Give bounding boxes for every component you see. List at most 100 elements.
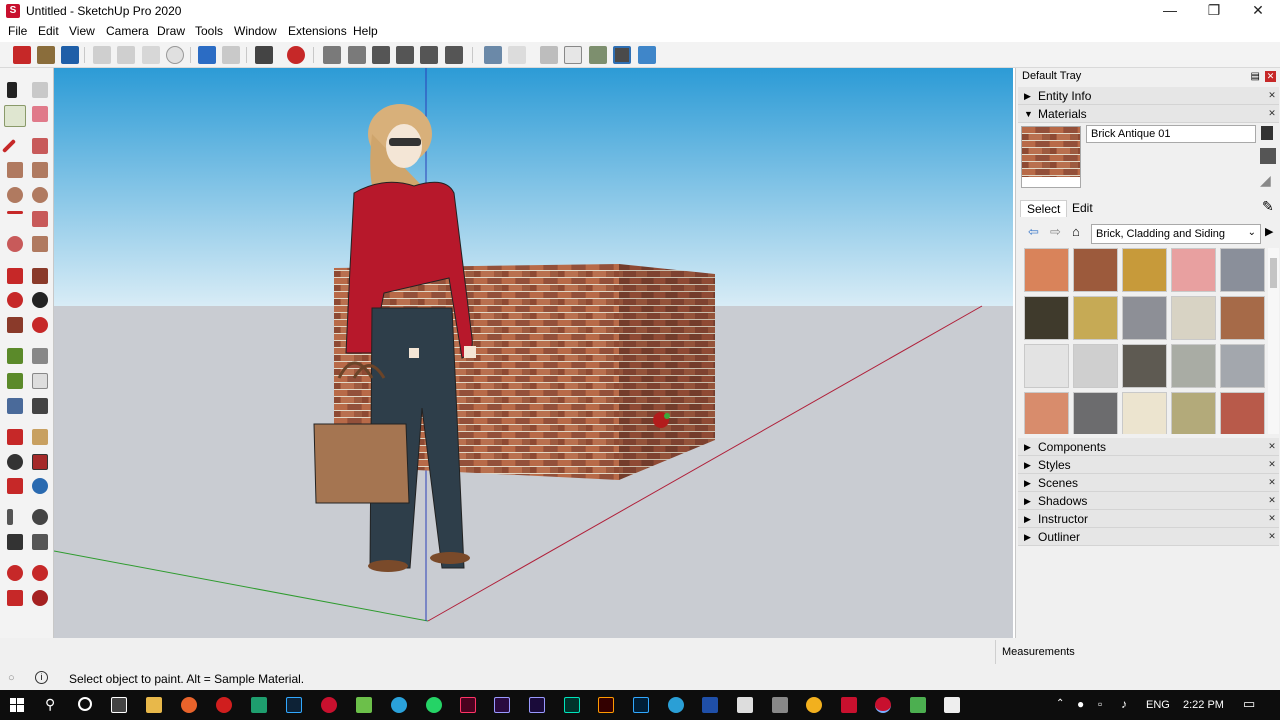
rectangle-icon[interactable] [7, 162, 23, 178]
material-swatch[interactable] [1171, 296, 1216, 340]
material-name-field[interactable]: Brick Antique 01 [1086, 125, 1256, 143]
freehand-icon[interactable] [32, 138, 48, 154]
section-plane-icon[interactable] [32, 534, 48, 550]
sample-paint-icon[interactable]: ✎ [1262, 198, 1274, 215]
pin-icon[interactable]: ▤ [1251, 71, 1260, 82]
front-view-icon[interactable] [372, 46, 390, 64]
minimize-button[interactable]: — [1148, 0, 1192, 22]
create-material-icon[interactable] [1261, 126, 1273, 140]
sketchup-active-icon[interactable] [875, 697, 891, 713]
rotated-rectangle-icon[interactable] [32, 162, 48, 178]
panel-scenes[interactable]: ▶ Scenes ✕ [1018, 474, 1279, 492]
eraser-icon[interactable] [32, 106, 48, 122]
panel-materials[interactable]: ▼ Materials ✕ [1018, 105, 1279, 123]
restore-button[interactable]: ❐ [1192, 0, 1236, 22]
scale-icon[interactable] [7, 317, 23, 333]
after-effects-icon[interactable] [529, 697, 545, 713]
material-swatch[interactable] [1073, 392, 1118, 434]
close-button[interactable]: ✕ [1236, 0, 1280, 22]
print-icon[interactable] [255, 46, 273, 64]
home-icon[interactable]: ⌂ [1072, 224, 1080, 239]
display-secondary-icon[interactable]: ◢ [1260, 172, 1271, 189]
copy-icon[interactable] [117, 46, 135, 64]
move-icon[interactable] [7, 268, 23, 284]
extension-warehouse-icon[interactable] [7, 590, 23, 606]
network-icon[interactable]: ▫ [1098, 697, 1102, 711]
panel-components[interactable]: ▶ Components ✕ [1018, 438, 1279, 456]
look-around-icon[interactable] [32, 509, 48, 525]
make-component-icon[interactable] [32, 82, 48, 98]
three-point-arc-icon[interactable] [7, 236, 23, 252]
back-arrow-icon[interactable]: ⇦ [1028, 224, 1039, 240]
zoom-icon[interactable] [7, 454, 23, 470]
model-viewport[interactable] [54, 68, 1013, 638]
material-swatch[interactable] [1024, 344, 1069, 388]
scene-canvas[interactable] [54, 68, 1013, 638]
polygon-icon[interactable] [32, 187, 48, 203]
offset-icon[interactable] [32, 317, 48, 333]
right-view-icon[interactable] [396, 46, 414, 64]
app-white-icon[interactable] [944, 697, 960, 713]
undo-icon[interactable] [198, 46, 216, 64]
redo-icon[interactable] [222, 46, 240, 64]
clock[interactable]: 2:22 PM [1183, 699, 1224, 711]
walk-icon[interactable] [7, 534, 23, 550]
wireframe-icon[interactable] [540, 46, 558, 64]
zoom-extents-icon[interactable] [7, 478, 23, 494]
material-swatch[interactable] [1122, 392, 1167, 434]
illustrator-icon[interactable] [598, 697, 614, 713]
close-icon[interactable]: ✕ [1267, 495, 1277, 505]
whatsapp-icon[interactable] [426, 697, 442, 713]
app-r-icon[interactable] [702, 697, 718, 713]
close-icon[interactable]: ✕ [1267, 531, 1277, 541]
menu-help[interactable]: Help [351, 24, 380, 38]
material-swatch[interactable] [1073, 296, 1118, 340]
menu-edit[interactable]: Edit [36, 24, 61, 38]
material-swatch[interactable] [1024, 296, 1069, 340]
material-swatch[interactable] [1024, 248, 1069, 292]
telegram-icon[interactable] [391, 697, 407, 713]
zoom-window-icon[interactable] [32, 454, 48, 470]
file-explorer-icon[interactable] [146, 697, 162, 713]
task-view-icon[interactable] [111, 697, 127, 713]
monochrome-icon[interactable] [638, 46, 656, 64]
layout-send-icon[interactable] [32, 590, 48, 606]
windows-start-icon[interactable] [10, 698, 24, 712]
tab-edit[interactable]: Edit [1066, 200, 1099, 216]
back-edges-icon[interactable] [508, 46, 526, 64]
arc-icon[interactable] [7, 211, 23, 214]
material-swatch[interactable] [1073, 344, 1118, 388]
warehouse-icon[interactable] [7, 565, 23, 581]
dimensions-icon[interactable] [32, 348, 48, 364]
menu-window[interactable]: Window [232, 24, 279, 38]
menu-draw[interactable]: Draw [155, 24, 187, 38]
text-tool-icon[interactable] [32, 373, 48, 389]
material-swatch[interactable] [1171, 392, 1216, 434]
left-view-icon[interactable] [445, 46, 463, 64]
swatch-scrollbar[interactable] [1268, 248, 1279, 434]
search-icon[interactable]: ⚲ [45, 696, 55, 713]
close-icon[interactable]: ✕ [1267, 441, 1277, 451]
material-swatch[interactable] [1220, 392, 1265, 434]
material-swatch[interactable] [1171, 248, 1216, 292]
model-info-icon[interactable] [287, 46, 305, 64]
chevron-up-icon[interactable]: ⌃ [1056, 698, 1064, 709]
two-point-arc-icon[interactable] [32, 211, 48, 227]
share-model-icon[interactable] [32, 565, 48, 581]
scroll-thumb[interactable] [1270, 258, 1277, 288]
material-swatch[interactable] [1073, 248, 1118, 292]
menu-tools[interactable]: Tools [193, 24, 225, 38]
save-icon[interactable] [61, 46, 79, 64]
app-blue-circle-icon[interactable] [668, 697, 684, 713]
material-swatch[interactable] [1220, 296, 1265, 340]
protractor-icon[interactable] [7, 373, 23, 389]
volume-icon[interactable]: ♪ [1121, 697, 1127, 711]
close-icon[interactable]: ✕ [1267, 459, 1277, 469]
notifications-icon[interactable]: ▭ [1243, 696, 1255, 712]
tab-select[interactable]: Select [1020, 200, 1068, 217]
cut-icon[interactable] [93, 46, 111, 64]
paint-bucket-icon[interactable] [4, 105, 26, 127]
material-swatch[interactable] [1024, 392, 1069, 434]
material-swatch[interactable] [1220, 344, 1265, 388]
material-swatch[interactable] [1122, 296, 1167, 340]
